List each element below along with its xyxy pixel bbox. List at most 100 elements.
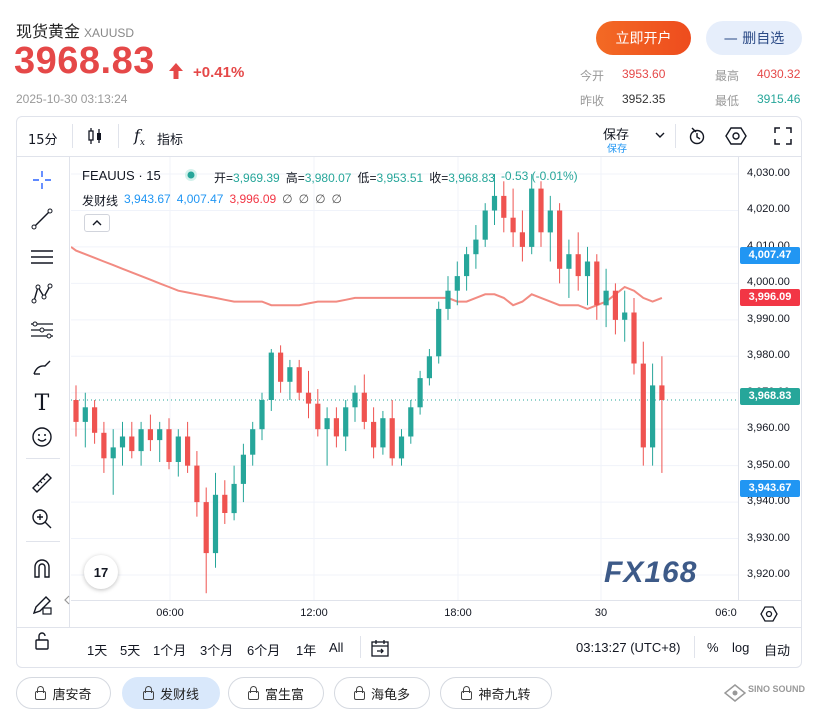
range-1d[interactable]: 1天 [87, 640, 107, 659]
candle-body [631, 312, 637, 364]
collapse-legend-button[interactable] [84, 214, 110, 232]
brush-tool-icon[interactable] [22, 351, 62, 385]
axis-settings-icon[interactable] [760, 605, 778, 623]
candle-body [473, 239, 479, 255]
candle-body [287, 367, 293, 382]
price-axis[interactable]: 4,030.00 4,020.00 4,010.00 4,000.00 3,990.00… [739, 157, 801, 601]
hidden-plot-icon[interactable]: ∅ [332, 192, 342, 209]
stat-prev-close-value: 3952.35 [622, 92, 666, 106]
candle-type-icon[interactable] [86, 127, 104, 145]
toolbar-divider [72, 124, 73, 148]
hidden-plot-icon[interactable]: ∅ [282, 192, 292, 209]
candle-body [566, 254, 572, 269]
open-account-button[interactable]: 立即开户 [596, 21, 691, 55]
candle-body [147, 429, 153, 441]
pattern-tool-icon[interactable] [22, 277, 62, 311]
magnet-icon[interactable] [22, 551, 62, 585]
candle-body [138, 429, 144, 452]
range-1y[interactable]: 1年 [296, 640, 316, 659]
text-tool-icon[interactable]: T [22, 386, 62, 420]
candle-body [101, 432, 107, 459]
chart-clock[interactable]: 03:13:27 (UTC+8) [576, 640, 680, 655]
crosshair-tool-icon[interactable] [22, 163, 62, 197]
candle-body [212, 494, 219, 554]
price-label-badge: 4,007.47 [740, 247, 800, 265]
instrument-symbol: XAUUSD [84, 26, 135, 40]
price-tick-label: 3,990.00 [747, 312, 790, 325]
horizontal-lines-tool-icon[interactable] [22, 240, 62, 274]
candle-body [454, 276, 460, 291]
candle-body [268, 352, 274, 400]
legend-ohlc: 开=3,969.39 高=3,980.07 低=3,953.51 收=3,968… [214, 169, 578, 186]
candle-body [361, 392, 367, 422]
fullscreen-icon[interactable] [774, 127, 792, 145]
indicator-pill-shenqijiuzhuan[interactable]: 神奇九转 [440, 677, 552, 709]
stat-low-label: 最低 [715, 94, 740, 108]
indicator-value-lower: 3,943.67 [124, 192, 171, 206]
percent-scale-toggle[interactable]: % [707, 640, 719, 655]
time-axis[interactable]: 06:00 12:00 18:00 30 06:0 [71, 601, 738, 627]
fx-indicator-icon[interactable]: fx [134, 126, 145, 148]
range-all[interactable]: All [329, 640, 343, 655]
sino-sound-logo-icon [724, 684, 746, 702]
lock-icon [142, 685, 154, 700]
log-scale-toggle[interactable]: log [732, 640, 749, 655]
settings-gear-icon[interactable] [725, 126, 747, 146]
range-3m[interactable]: 3个月 [200, 640, 233, 659]
change-percent: +0.41% [193, 64, 245, 81]
trendline-tool-icon[interactable] [22, 202, 62, 236]
candle-body [73, 400, 79, 422]
indicators-button[interactable]: 指标 [157, 129, 183, 148]
stat-high-value: 4030.32 [757, 67, 801, 81]
candle-body [203, 502, 209, 554]
indicator-pill-haiguiduo[interactable]: 海龟多 [334, 677, 430, 709]
ruler-tool-icon[interactable] [22, 466, 62, 500]
candle-body [129, 436, 135, 452]
tools-separator [26, 541, 60, 542]
candle-body [501, 195, 507, 218]
candle-body [640, 363, 646, 448]
indicator-name: 发财线 [82, 194, 119, 208]
indicator-pill-tanganqi[interactable]: 唐安奇 [16, 677, 111, 709]
lock-icon[interactable] [22, 624, 62, 658]
fib-tool-icon[interactable] [22, 313, 62, 347]
emoji-tool-icon[interactable] [22, 420, 62, 454]
range-5d[interactable]: 5天 [120, 640, 140, 659]
bottom-divider [360, 636, 361, 658]
candle-body [194, 465, 200, 503]
candle-body [389, 418, 395, 459]
time-tick-label: 06:00 [156, 607, 184, 619]
candle-body [352, 392, 358, 408]
legend-symbol: FEAUUS · 15 [82, 168, 161, 183]
price-tick-label: 3,930.00 [747, 531, 790, 544]
zoom-in-icon[interactable] [22, 502, 62, 536]
indicator-pill-facaixian[interactable]: 发财线 [122, 677, 220, 709]
collapse-tools-icon[interactable] [63, 590, 71, 610]
legend-indicator: 发财线 3,943.67 4,007.47 3,996.09 ∅ ∅ ∅ ∅ [82, 192, 342, 209]
lock-icon [35, 685, 47, 700]
candle-body [315, 403, 321, 430]
candle-body [426, 356, 432, 379]
tradingview-logo-icon[interactable]: 17 [84, 555, 118, 589]
indicator-pill-fushengfu[interactable]: 富生富 [228, 677, 324, 709]
range-1m[interactable]: 1个月 [153, 640, 186, 659]
hidden-plot-icon[interactable]: ∅ [299, 192, 309, 209]
hidden-plot-icon[interactable]: ∅ [315, 192, 325, 209]
legend-low: 低=3,953.51 [357, 171, 424, 185]
indicator-line [71, 246, 663, 310]
candle-body [343, 407, 349, 437]
range-6m[interactable]: 6个月 [247, 640, 280, 659]
goto-date-icon[interactable] [370, 638, 390, 658]
remove-watchlist-button[interactable]: — 删自选 [706, 21, 802, 55]
chevron-down-icon[interactable] [654, 130, 666, 140]
indicator-value-upper: 4,007.47 [176, 192, 224, 206]
alert-clock-icon[interactable] [688, 126, 708, 146]
stat-open-label: 今开 [580, 69, 605, 83]
interval-selector[interactable]: 15分 [28, 129, 58, 148]
price-chart[interactable] [71, 157, 739, 601]
price-tick-label: 4,020.00 [747, 203, 790, 216]
lock-drawing-pencil-icon[interactable] [22, 588, 62, 622]
auto-scale-toggle[interactable]: 自动 [764, 640, 790, 659]
candle-body [82, 407, 88, 422]
candle-body [157, 429, 163, 441]
